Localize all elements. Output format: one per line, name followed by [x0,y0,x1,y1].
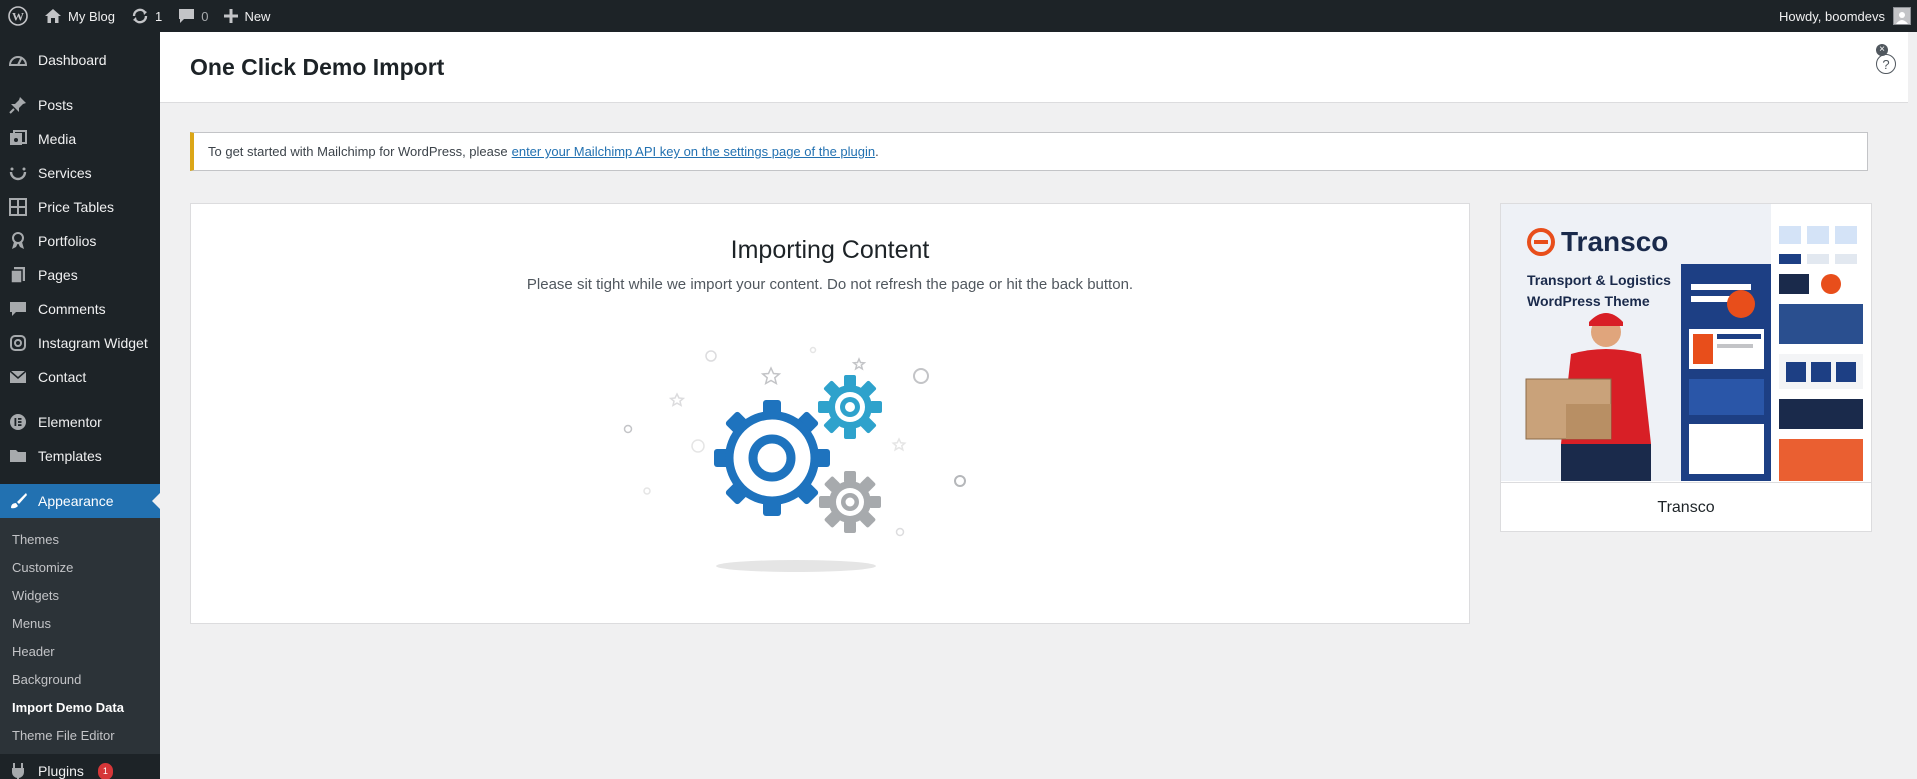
brush-icon [8,491,28,511]
comment-icon [179,9,195,23]
submenu-customize[interactable]: Customize [0,553,160,581]
demo-preview-image: Transco Transport & Logistics WordPress … [1501,204,1871,481]
submenu-theme-file-editor[interactable]: Theme File Editor [0,721,160,749]
elementor-icon [8,412,28,432]
updates-link[interactable]: 1 [123,0,170,32]
menu-posts[interactable]: Posts [0,88,160,122]
demo-name: Transco [1501,482,1871,533]
menu-label: Pages [38,267,78,283]
menu-media[interactable]: Media [0,122,160,156]
plugins-badge: 1 [97,762,113,779]
svg-text:W: W [12,10,24,24]
menu-templates[interactable]: Templates [0,439,160,473]
updates-count: 1 [154,8,163,24]
menu-label: Comments [38,301,106,317]
menu-label: Posts [38,97,74,113]
mailchimp-notice: To get started with Mailchimp for WordPr… [190,132,1868,171]
folder-icon [8,446,28,466]
appearance-submenu: Themes Customize Widgets Menus Header Ba… [0,518,160,754]
home-icon [45,9,61,23]
menu-dashboard[interactable]: Dashboard [0,43,160,77]
menu-label: Appearance [38,493,114,509]
import-description: Please sit tight while we import your co… [526,276,1134,293]
import-title: Importing Content [730,236,930,264]
page-header: One Click Demo Import ? [160,32,1908,103]
site-name: My Blog [68,8,115,24]
pin-icon [8,95,28,115]
selected-demo-card: Transco Transport & Logistics WordPress … [1500,203,1872,532]
comment-icon [8,299,28,319]
award-icon [8,231,28,251]
notice-suffix: . [875,144,879,159]
submenu-menus[interactable]: Menus [0,609,160,637]
services-icon [8,163,28,183]
importing-gears-illustration [623,346,966,572]
preview-brand: Transco [1527,226,1668,258]
site-name-link[interactable]: My Blog [36,0,123,32]
mail-icon [8,367,28,387]
avatar [1893,7,1911,25]
submenu-themes[interactable]: Themes [0,525,160,553]
admin-sidebar: Dashboard Posts Media Services Price Tab… [0,32,160,779]
new-label: New [244,8,271,24]
menu-label: Dashboard [38,52,107,68]
transco-logo-icon [1527,228,1555,256]
media-icon [8,129,28,149]
menu-instagram-widget[interactable]: Instagram Widget [0,326,160,360]
plugin-icon [8,761,28,779]
menu-services[interactable]: Services [0,156,160,190]
import-progress-panel: Importing Content Please sit tight while… [190,203,1470,624]
dashboard-icon [8,50,28,70]
submenu-background[interactable]: Background [0,665,160,693]
menu-appearance[interactable]: Appearance [0,484,160,518]
menu-comments[interactable]: Comments [0,292,160,326]
pages-icon [8,265,28,285]
menu-label: Services [38,165,92,181]
menu-label: Portfolios [38,233,97,249]
menu-label: Price Tables [38,199,115,215]
submenu-import-demo-data[interactable]: Import Demo Data [0,693,160,721]
menu-price-tables[interactable]: Price Tables [0,190,160,224]
comments-link[interactable]: 0 [170,0,216,32]
menu-elementor[interactable]: Elementor [0,405,160,439]
wp-logo-button[interactable]: W [0,0,36,32]
comments-count: 0 [201,8,209,24]
menu-pages[interactable]: Pages [0,258,160,292]
close-icon[interactable]: × [1876,44,1888,56]
menu-label: Elementor [38,414,102,430]
menu-contact[interactable]: Contact [0,360,160,394]
howdy-text: Howdy, boomdevs [1779,8,1885,24]
instagram-icon [8,333,28,353]
submenu-header[interactable]: Header [0,637,160,665]
submenu-widgets[interactable]: Widgets [0,581,160,609]
menu-label: Contact [38,369,87,385]
mailchimp-settings-link[interactable]: enter your Mailchimp API key on the sett… [512,144,876,159]
user-icon [1896,12,1908,24]
updates-icon [132,8,148,24]
menu-label: Instagram Widget [38,335,148,351]
notice-text: To get started with Mailchimp for WordPr… [208,144,508,159]
new-content-link[interactable]: New [216,0,278,32]
menu-label: Templates [38,448,102,464]
menu-label: Media [38,131,77,147]
help-icon[interactable]: ? [1876,54,1896,74]
menu-portfolios[interactable]: Portfolios [0,224,160,258]
my-account[interactable]: Howdy, boomdevs [1779,0,1911,32]
menu-plugins[interactable]: Plugins 1 [0,754,160,779]
wordpress-icon: W [8,6,28,26]
preview-tagline: Transport & Logistics WordPress Theme [1527,272,1671,309]
page-title: One Click Demo Import [190,54,445,80]
admin-bar: W My Blog 1 0 New Howdy, boomdevs [0,0,1917,32]
menu-label: Plugins [38,763,84,779]
plus-icon [224,9,239,23]
grid-icon [8,197,28,217]
